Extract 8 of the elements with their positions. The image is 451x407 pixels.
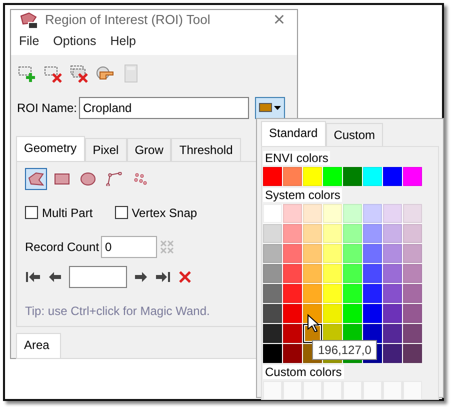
section-label: System colors: [263, 188, 342, 202]
tooltip: 196,127,0: [312, 340, 378, 360]
roi-name-label: ROI Name:: [17, 100, 78, 117]
section-label: ENVI colors: [263, 151, 330, 165]
tip-text: Tip: use Ctrl+click for Magic Wand.: [25, 302, 210, 320]
window-title: Region of Interest (ROI) Tool: [45, 11, 210, 30]
section-label: Custom colors: [263, 365, 344, 379]
record-count-label: Record Count: [25, 238, 100, 256]
